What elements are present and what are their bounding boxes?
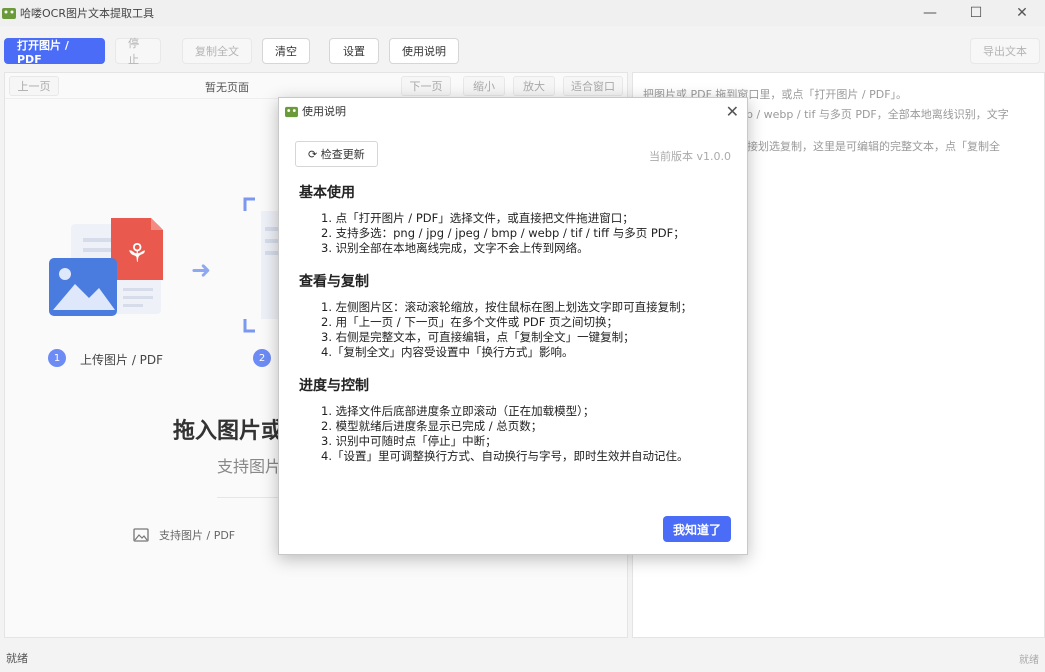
- list-item: 4.「复制全文」内容受设置中「换行方式」影响。: [321, 345, 574, 359]
- next-page-button[interactable]: 下一页: [401, 76, 451, 96]
- clear-button[interactable]: 清空: [262, 38, 310, 64]
- arrow-right-icon: ➜: [191, 256, 212, 284]
- page-nav-bar: 上一页 暂无页面 下一页 缩小 放大 适合窗口: [5, 73, 627, 99]
- page-indicator: 暂无页面: [205, 81, 249, 94]
- check-update-button[interactable]: ⟳ 检查更新: [295, 141, 378, 167]
- list-item: 2. 支持多选：png / jpg / jpeg / bmp / webp / …: [321, 226, 685, 240]
- step-1-label: 上传图片 / PDF: [80, 353, 164, 367]
- list-item: 2. 模型就绪后进度条显示已完成 / 总页数；: [321, 419, 543, 433]
- export-text-button[interactable]: 导出文本: [970, 38, 1040, 64]
- title-bar: 哈喽OCR图片文本提取工具 — ☐ ✕: [0, 0, 1045, 26]
- document-frame-icon: [243, 197, 281, 333]
- list-item: 1. 选择文件后底部进度条立即滚动（正在加载模型）；: [321, 404, 595, 418]
- minimize-button[interactable]: —: [907, 0, 953, 26]
- list-item: 2. 用「上一页 / 下一页」在多个文件或 PDF 页之间切换；: [321, 315, 619, 329]
- zoom-out-button[interactable]: 缩小: [463, 76, 505, 96]
- support-format-label: 支持图片 / PDF: [159, 529, 236, 542]
- window-controls: — ☐ ✕: [907, 0, 1045, 26]
- dialog-close-button[interactable]: ✕: [726, 102, 739, 121]
- step-1-badge: 1: [48, 349, 66, 367]
- stop-button[interactable]: 停止: [115, 37, 161, 66]
- support-format-hint: 支持图片 / PDF: [133, 527, 235, 543]
- settings-button[interactable]: 设置: [329, 38, 379, 64]
- help-dialog: 使用说明 ✕ ⟳ 检查更新 当前版本 v1.0.0 基本使用 1. 点「打开图片…: [278, 97, 748, 555]
- help-button[interactable]: 使用说明: [389, 38, 459, 64]
- maximize-button[interactable]: ☐: [953, 0, 999, 26]
- app-logo-icon: [285, 106, 298, 117]
- section-basic-title: 基本使用: [299, 185, 355, 201]
- dialog-title: 使用说明: [302, 105, 346, 118]
- prev-page-button[interactable]: 上一页: [9, 76, 59, 96]
- toolbar: 打开图片 / PDF 停止 复制全文 清空 设置 使用说明 导出文本: [0, 34, 1045, 68]
- list-item: 3. 右侧是完整文本，可直接编辑，点「复制全文」一键复制；: [321, 330, 635, 344]
- drop-hint-subtitle: 支持图片: [217, 457, 282, 476]
- open-file-button[interactable]: 打开图片 / PDF: [4, 38, 105, 66]
- ok-button[interactable]: 我知道了: [663, 516, 731, 542]
- section-view-copy-title: 查看与复制: [299, 274, 369, 290]
- dialog-title-bar: 使用说明 ✕: [279, 98, 747, 124]
- copy-all-button[interactable]: 复制全文: [182, 38, 252, 64]
- status-text: 就绪: [6, 652, 28, 665]
- list-item: 1. 左侧图片区：滚动滚轮缩放，按住鼠标在图上划选文字即可直接复制；: [321, 300, 693, 314]
- zoom-in-button[interactable]: 放大: [513, 76, 555, 96]
- divider: [217, 497, 279, 498]
- status-right-text: 就绪: [1019, 654, 1039, 666]
- upload-illustration: ⚘: [49, 218, 163, 316]
- version-label: 当前版本 v1.0.0: [649, 150, 731, 163]
- image-format-icon: [133, 528, 149, 542]
- list-item: 4.「设置」里可调整换行方式、自动换行与字号，即时生效并自动记住。: [321, 449, 689, 463]
- section-progress-list: 1. 选择文件后底部进度条立即滚动（正在加载模型）； 2. 模型就绪后进度条显示…: [321, 404, 688, 464]
- window-title: 哈喽OCR图片文本提取工具: [20, 7, 154, 20]
- section-view-copy-list: 1. 左侧图片区：滚动滚轮缩放，按住鼠标在图上划选文字即可直接复制； 2. 用「…: [321, 300, 692, 360]
- section-progress-title: 进度与控制: [299, 378, 369, 394]
- list-item: 3. 识别全部在本地离线完成，文字不会上传到网络。: [321, 241, 589, 255]
- step-2-badge: 2: [253, 349, 271, 367]
- status-bar: 就绪 就绪: [0, 644, 1045, 672]
- app-logo-icon: [2, 8, 16, 19]
- drop-hint-title: 拖入图片或: [173, 419, 284, 444]
- section-basic-list: 1. 点「打开图片 / PDF」选择文件，或直接把文件拖进窗口； 2. 支持多选…: [321, 211, 685, 256]
- list-item: 3. 识别中可随时点「停止」中断；: [321, 434, 497, 448]
- svg-text:⚘: ⚘: [125, 239, 148, 269]
- list-item: 1. 点「打开图片 / PDF」选择文件，或直接把文件拖进窗口；: [321, 211, 634, 225]
- close-window-button[interactable]: ✕: [999, 0, 1045, 26]
- fit-window-button[interactable]: 适合窗口: [563, 76, 623, 96]
